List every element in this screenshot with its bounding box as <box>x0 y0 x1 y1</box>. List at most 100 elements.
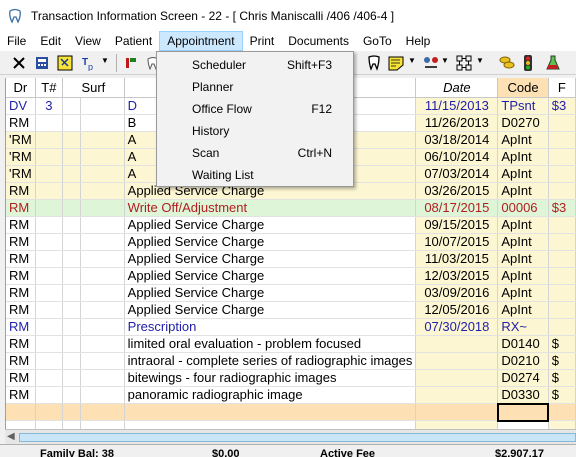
cell-fee[interactable] <box>548 284 576 302</box>
cell-t-num[interactable] <box>35 284 64 302</box>
cell-code[interactable]: ApInt <box>497 131 549 149</box>
cell-fee[interactable] <box>548 114 576 132</box>
empty-cell[interactable] <box>124 403 417 421</box>
table-row[interactable]: RM Applied Service Charge 10/07/2015 ApInt <box>6 233 576 251</box>
cell-dr[interactable]: DV <box>6 97 36 115</box>
cell-code[interactable]: ApInt <box>497 301 549 319</box>
cell-surf[interactable] <box>62 386 81 404</box>
cell-code[interactable]: 00006 <box>497 199 549 217</box>
table-row[interactable]: RM Applied Service Charge 03/09/2016 ApInt <box>6 284 576 302</box>
cell-description[interactable]: Applied Service Charge <box>124 284 417 302</box>
cell-code[interactable]: D0210 <box>497 352 549 370</box>
cell-dr[interactable]: RM <box>6 335 36 353</box>
cell-surf[interactable] <box>62 131 81 149</box>
cell-surf2[interactable] <box>80 352 125 370</box>
table-row[interactable]: RM Applied Service Charge 12/03/2015 ApInt <box>6 267 576 285</box>
cell-surf2[interactable] <box>80 182 125 200</box>
teeth-icon[interactable] <box>366 54 382 71</box>
menu-item-waiting-list[interactable]: Waiting List <box>157 164 353 186</box>
note-dropdown-icon[interactable]: ▼ <box>408 56 416 65</box>
note-icon[interactable] <box>57 54 73 71</box>
header-t-num[interactable]: T# <box>35 78 64 98</box>
cell-description[interactable]: Applied Service Charge <box>124 301 417 319</box>
cell-date[interactable]: 11/26/2013 <box>415 114 499 132</box>
active-code-cell[interactable] <box>496 402 550 422</box>
flask-icon[interactable] <box>545 54 561 71</box>
table-row[interactable]: RM limited oral evaluation - problem focu… <box>6 335 576 353</box>
cell-description[interactable]: Applied Service Charge <box>124 216 417 234</box>
header-date[interactable]: Date <box>415 78 499 98</box>
cell-date[interactable] <box>415 352 499 370</box>
empty-cell[interactable] <box>62 403 81 421</box>
empty-cell[interactable] <box>415 420 499 429</box>
cell-description[interactable]: panoramic radiographic image <box>124 386 417 404</box>
cell-surf2[interactable] <box>80 301 125 319</box>
cell-dr[interactable]: RM <box>6 386 36 404</box>
cell-date[interactable]: 09/15/2015 <box>415 216 499 234</box>
cell-code[interactable]: ApInt <box>497 216 549 234</box>
cell-surf2[interactable] <box>80 199 125 217</box>
cell-surf[interactable] <box>62 199 81 217</box>
cell-surf2[interactable] <box>80 267 125 285</box>
cell-surf[interactable] <box>62 233 81 251</box>
menu-view[interactable]: View <box>68 31 108 51</box>
cell-dr[interactable]: RM <box>6 301 36 319</box>
menu-patient[interactable]: Patient <box>108 31 159 51</box>
table-row[interactable]: RM bitewings - four radiographic images D0… <box>6 369 576 387</box>
cell-dr[interactable]: RM <box>6 216 36 234</box>
cell-date[interactable]: 08/17/2015 <box>415 199 499 217</box>
cell-dr[interactable]: RM <box>6 369 36 387</box>
cell-surf[interactable] <box>62 284 81 302</box>
cell-code[interactable]: D0330 <box>497 386 549 404</box>
cell-surf[interactable] <box>62 182 81 200</box>
cell-description[interactable]: Prescription <box>124 318 417 336</box>
cell-fee[interactable] <box>548 182 576 200</box>
cell-surf2[interactable] <box>80 148 125 166</box>
cell-code[interactable]: D0140 <box>497 335 549 353</box>
cell-code[interactable]: ApInt <box>497 148 549 166</box>
cell-t-num[interactable] <box>35 114 64 132</box>
menu-item-office-flow[interactable]: Office Flow F12 <box>157 98 353 120</box>
cell-surf[interactable] <box>62 369 81 387</box>
cell-dr[interactable]: 'RM <box>6 148 36 166</box>
cell-surf2[interactable] <box>80 284 125 302</box>
cell-t-num[interactable] <box>35 182 64 200</box>
network-icon[interactable] <box>456 54 472 71</box>
close-x-icon[interactable] <box>11 54 27 71</box>
cell-code[interactable]: ApInt <box>497 284 549 302</box>
cell-date[interactable]: 03/18/2014 <box>415 131 499 149</box>
menu-appointment[interactable]: Appointment <box>159 31 243 51</box>
empty-cell[interactable] <box>548 403 576 421</box>
empty-cell[interactable] <box>80 403 125 421</box>
cell-fee[interactable] <box>548 165 576 183</box>
coins-icon[interactable] <box>499 54 515 71</box>
empty-cell[interactable] <box>35 420 64 429</box>
cell-date[interactable]: 10/07/2015 <box>415 233 499 251</box>
cell-t-num[interactable]: 3 <box>35 97 64 115</box>
menu-help[interactable]: Help <box>399 31 438 51</box>
cell-date[interactable]: 12/05/2016 <box>415 301 499 319</box>
cell-fee[interactable]: $ <box>548 335 576 353</box>
cell-description[interactable]: bitewings - four radiographic images <box>124 369 417 387</box>
cell-surf2[interactable] <box>80 335 125 353</box>
cell-surf2[interactable] <box>80 216 125 234</box>
cell-date[interactable] <box>415 369 499 387</box>
cell-surf[interactable] <box>62 114 81 132</box>
cell-fee[interactable] <box>548 148 576 166</box>
cell-surf[interactable] <box>62 352 81 370</box>
empty-cell[interactable] <box>6 403 36 421</box>
menu-item-scheduler[interactable]: Scheduler Shift+F3 <box>157 54 353 76</box>
cell-fee[interactable] <box>548 250 576 268</box>
menu-edit[interactable]: Edit <box>33 31 68 51</box>
cell-date[interactable]: 06/10/2014 <box>415 148 499 166</box>
cell-date[interactable]: 11/15/2013 <box>415 97 499 115</box>
table-row[interactable]: RM Applied Service Charge 12/05/2016 ApInt <box>6 301 576 319</box>
cell-surf[interactable] <box>62 301 81 319</box>
cell-surf2[interactable] <box>80 233 125 251</box>
cell-surf[interactable] <box>62 216 81 234</box>
cell-t-num[interactable] <box>35 386 64 404</box>
cell-dr[interactable]: RM <box>6 199 36 217</box>
cell-description[interactable]: intraoral - complete series of radiograp… <box>124 352 417 370</box>
cell-fee[interactable]: $3 <box>548 199 576 217</box>
cell-fee[interactable]: $ <box>548 352 576 370</box>
